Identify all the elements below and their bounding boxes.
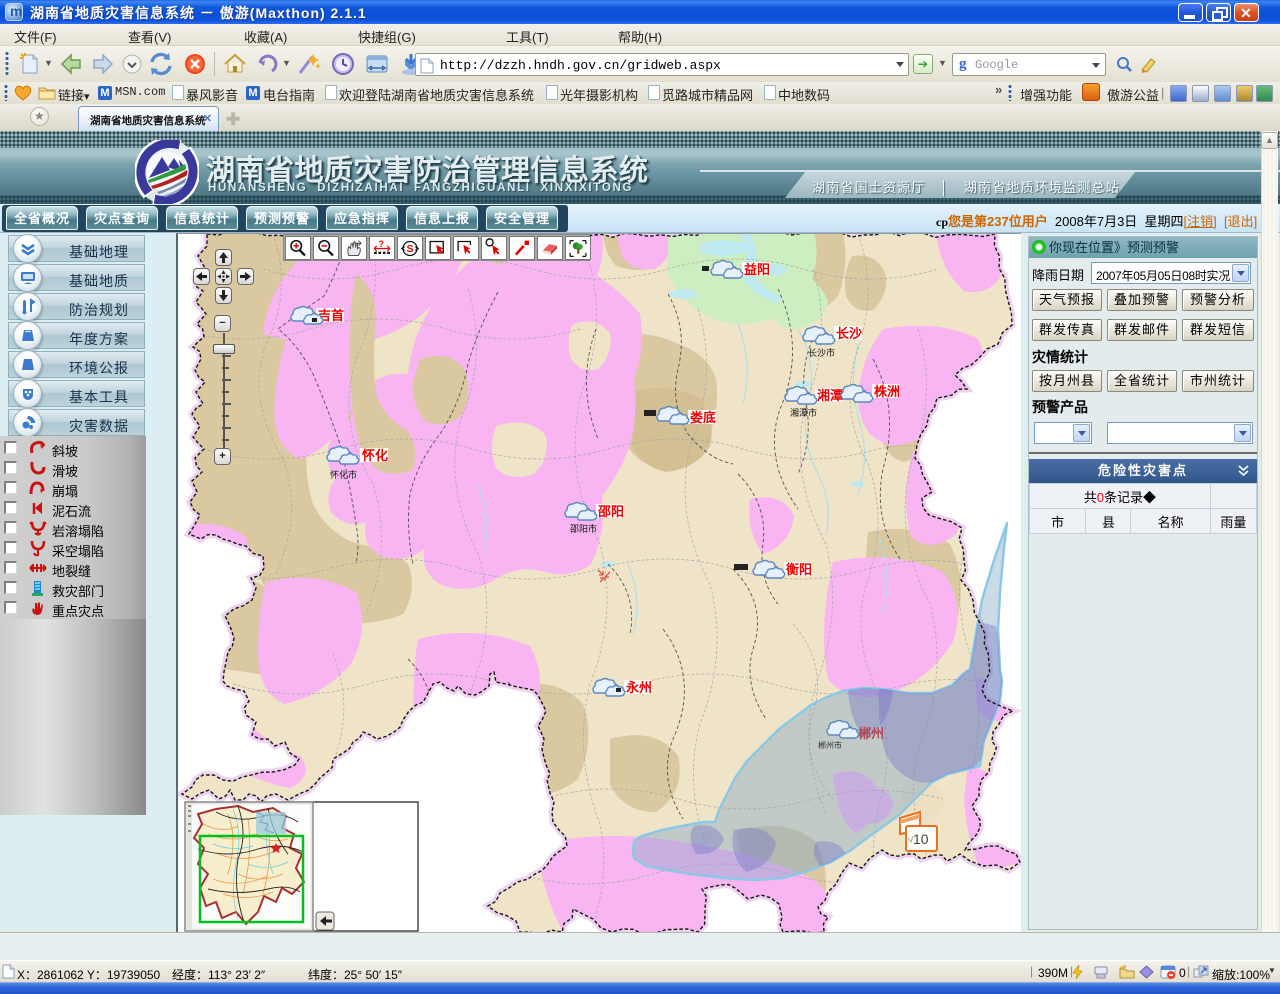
svg-text:?: ? [379,239,384,249]
svg-text:娄底: 娄底 [690,410,716,425]
svg-text:益阳: 益阳 [744,262,770,277]
svg-text:怀化: 怀化 [362,448,388,463]
svg-text:长沙市: 长沙市 [808,347,835,358]
svg-text:湘潭: 湘潭 [817,388,843,403]
svg-text:衡阳: 衡阳 [786,562,812,577]
svg-text:邵阳市: 邵阳市 [570,523,597,534]
svg-text:长沙: 长沙 [836,326,862,341]
svg-text:郴州市: 郴州市 [818,740,842,750]
svg-text:怀化市: 怀化市 [330,469,357,480]
svg-text:湘潭市: 湘潭市 [790,407,817,418]
svg-text:10: 10 [913,831,929,847]
svg-text:S: S [407,243,414,255]
svg-text:邵阳: 邵阳 [597,504,624,519]
svg-text:株洲: 株洲 [874,384,900,399]
svg-text:永州: 永州 [625,680,652,695]
svg-text:郴州: 郴州 [858,726,884,741]
